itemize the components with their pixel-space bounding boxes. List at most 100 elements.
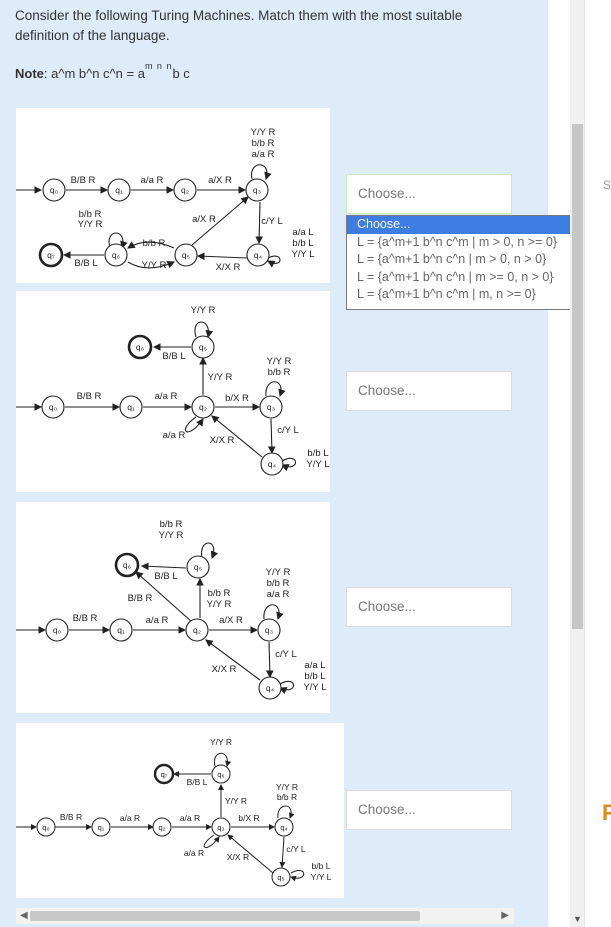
svg-text:c/Y L: c/Y L — [275, 649, 296, 660]
svg-text:c/Y L: c/Y L — [261, 216, 282, 227]
svg-text:b/b L: b/b L — [312, 861, 331, 871]
svg-text:B/B L: B/B L — [187, 777, 208, 787]
note-text: Note: a^m b^n c^n = am n nb c — [15, 61, 190, 81]
svg-text:Y/Y R: Y/Y R — [251, 127, 276, 138]
svg-text:q₆: q₆ — [112, 250, 120, 260]
svg-text:B/B R: B/B R — [60, 812, 82, 822]
svg-text:q₁: q₁ — [98, 823, 105, 832]
svg-text:b/X R: b/X R — [225, 393, 249, 404]
svg-text:B/B L: B/B L — [154, 571, 177, 582]
turing-machine-2-diagram: q₀ q₁ q₂ q₃ q₄ q₅ q₆ B/B R a/a R a/a R b… — [16, 305, 330, 476]
scroll-right-icon[interactable]: ▶ — [501, 910, 509, 921]
note-body: : a^m b^n c^n = a — [43, 66, 145, 81]
svg-text:Y/Y R: Y/Y R — [208, 372, 233, 383]
svg-text:b/b L: b/b L — [292, 238, 313, 249]
scroll-down-icon[interactable]: ▼ — [573, 914, 582, 924]
turing-machine-2-image: q₀ q₁ q₂ q₃ q₄ q₅ q₆ B/B R a/a R a/a R b… — [16, 291, 330, 492]
svg-text:q₂: q₂ — [199, 402, 207, 412]
svg-text:B/B L: B/B L — [74, 258, 97, 269]
svg-text:a/a R: a/a R — [141, 175, 164, 186]
svg-text:q₃: q₃ — [253, 185, 261, 195]
svg-text:b/b R: b/b R — [208, 588, 231, 599]
svg-text:B/B R: B/B R — [73, 613, 98, 624]
svg-text:Y/Y L: Y/Y L — [306, 459, 329, 470]
svg-text:q₀: q₀ — [53, 625, 62, 635]
loop-q3 — [251, 164, 272, 181]
note-superscript: m n n — [144, 61, 173, 71]
svg-text:q₂: q₂ — [193, 625, 201, 635]
svg-text:q₄: q₄ — [280, 823, 287, 832]
svg-text:q₁: q₁ — [127, 402, 135, 412]
svg-text:q₄: q₄ — [266, 683, 275, 693]
edge-q3-q4 — [255, 201, 264, 245]
svg-text:Y/Y R: Y/Y R — [276, 782, 298, 792]
svg-text:q₀: q₀ — [50, 185, 59, 195]
svg-text:X/X R: X/X R — [216, 262, 241, 273]
svg-text:q₁: q₁ — [115, 185, 123, 195]
svg-text:b/b R: b/b R — [268, 367, 291, 378]
svg-text:Y/Y R: Y/Y R — [78, 219, 103, 230]
svg-text:Y/Y R: Y/Y R — [142, 260, 167, 271]
svg-text:q₂: q₂ — [158, 823, 165, 832]
svg-text:q₂: q₂ — [181, 185, 189, 195]
svg-text:a/a R: a/a R — [267, 589, 290, 600]
svg-text:q₃: q₃ — [267, 402, 275, 412]
svg-text:a/a R: a/a R — [163, 430, 186, 441]
svg-text:X/X R: X/X R — [212, 664, 237, 675]
answer-select-3[interactable]: Choose... — [346, 587, 512, 627]
note-label: Note — [15, 66, 44, 81]
edge-q4-q5 — [196, 252, 248, 261]
svg-text:q₅: q₅ — [199, 342, 207, 352]
svg-text:q₆: q₆ — [123, 560, 131, 570]
svg-text:b/b R: b/b R — [252, 138, 275, 149]
svg-text:B/B R: B/B R — [128, 593, 153, 604]
svg-text:q₅: q₅ — [194, 562, 202, 572]
svg-text:a/a R: a/a R — [252, 149, 275, 160]
svg-text:q₆: q₆ — [136, 342, 144, 352]
svg-text:Y/Y R: Y/Y R — [207, 599, 232, 610]
vertical-scroll-thumb[interactable] — [572, 124, 583, 629]
turing-machine-4-diagram: q₀ q₁ q₂ q₃ q₄ q₅ q₆ q₇ B/B R a/a R a/a … — [16, 737, 332, 887]
vertical-scrollbar[interactable]: ▼ — [570, 0, 584, 927]
answer-select-4[interactable]: Choose... — [346, 790, 512, 830]
horizontal-scroll-thumb[interactable] — [30, 911, 420, 921]
svg-text:b/b R: b/b R — [277, 792, 297, 802]
svg-text:a/X R: a/X R — [219, 615, 243, 626]
turing-machine-4-image: q₀ q₁ q₂ q₃ q₄ q₅ q₆ q₇ B/B R a/a R a/a … — [16, 723, 344, 898]
svg-text:q₇: q₇ — [47, 250, 55, 260]
svg-text:Y/Y L: Y/Y L — [303, 682, 326, 693]
svg-text:a/a R: a/a R — [184, 848, 204, 858]
svg-text:Y/Y L: Y/Y L — [311, 872, 332, 882]
turing-machine-3-diagram: q₀ q₁ q₂ q₃ q₄ q₅ q₆ B/B R a/a R a/X R Y… — [16, 519, 327, 700]
turing-machine-3-image: q₀ q₁ q₂ q₃ q₄ q₅ q₆ B/B R a/a R a/X R Y… — [16, 502, 330, 713]
svg-text:a/X R: a/X R — [208, 175, 232, 186]
svg-text:a/a R: a/a R — [155, 391, 178, 402]
svg-text:q₁: q₁ — [117, 625, 125, 635]
svg-text:B/B R: B/B R — [77, 391, 102, 402]
svg-text:Y/Y R: Y/Y R — [191, 305, 216, 316]
svg-text:q₃: q₃ — [217, 823, 224, 832]
svg-text:Y/Y R: Y/Y R — [225, 796, 247, 806]
note-tail: b c — [172, 66, 190, 81]
svg-text:q₄: q₄ — [268, 459, 277, 469]
sidebar-clipped-heading: F — [602, 800, 611, 825]
svg-text:q₀: q₀ — [49, 402, 58, 412]
horizontal-scrollbar[interactable]: ◀ ▶ — [16, 908, 514, 924]
answer-select-2[interactable]: Choose... — [346, 371, 512, 411]
scroll-left-icon[interactable]: ◀ — [20, 910, 28, 921]
svg-text:q₄: q₄ — [254, 250, 263, 260]
svg-text:b/b R: b/b R — [160, 519, 183, 530]
svg-text:Y/Y R: Y/Y R — [210, 737, 232, 747]
sidebar-clipped-text: Sl — [603, 178, 611, 192]
svg-text:q₃: q₃ — [265, 625, 273, 635]
svg-text:Y/Y R: Y/Y R — [267, 356, 292, 367]
right-sidebar-edge: Sl F — [584, 0, 611, 927]
svg-text:Y/Y R: Y/Y R — [266, 567, 291, 578]
svg-text:b/X R: b/X R — [238, 813, 259, 823]
svg-text:a/a L: a/a L — [292, 227, 313, 238]
svg-text:b/b L: b/b L — [304, 671, 325, 682]
turing-machine-1-diagram: q₀ q₁ q₂ q₃ q₄ q₅ q₆ q₇ B/B R a/a R a/X … — [16, 127, 315, 273]
answer-select-1[interactable]: Choose... — [346, 174, 512, 214]
svg-text:q₅: q₅ — [182, 250, 190, 260]
turing-machine-1-image: q₀ q₁ q₂ q₃ q₄ q₅ q₆ q₇ B/B R a/a R a/X … — [16, 108, 330, 283]
